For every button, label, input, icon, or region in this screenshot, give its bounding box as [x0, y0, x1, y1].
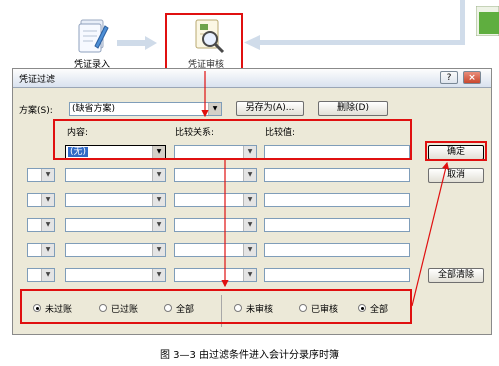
annotation-arrows	[201, 71, 450, 307]
figure-caption: 图 3—3 由过滤条件进入会计分录序时簿	[159, 350, 340, 361]
